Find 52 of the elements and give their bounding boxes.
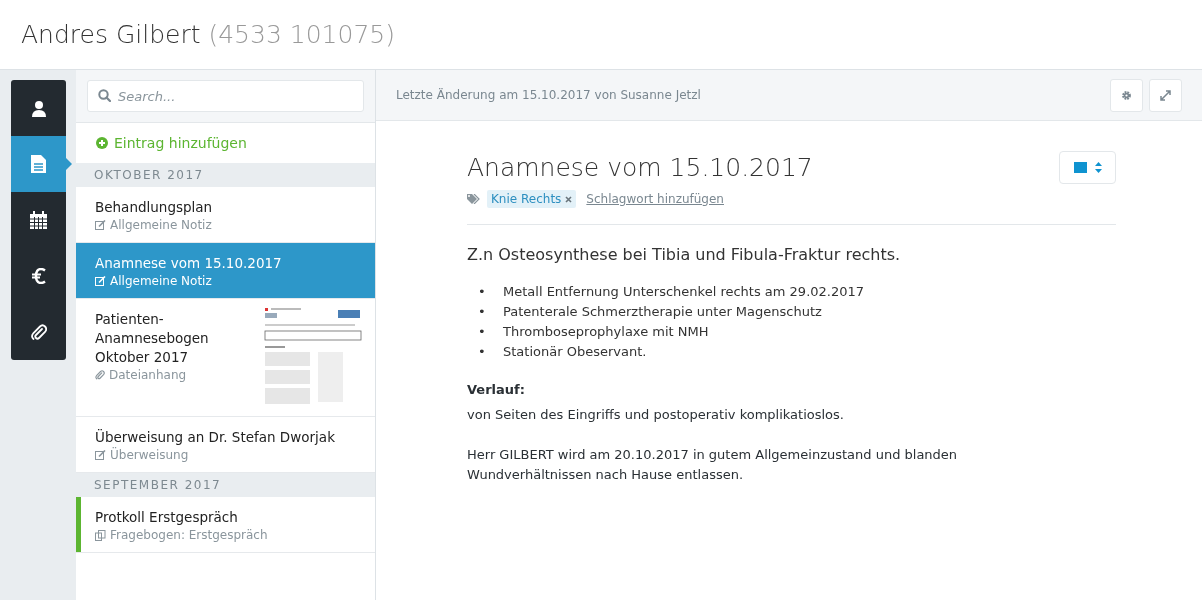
document-heading: Z.n Osteosynthese bei Tibia und Fibula-Fraktur rechts.: [467, 245, 902, 264]
expand-button[interactable]: [1149, 78, 1182, 112]
paperclip-icon: [95, 370, 105, 380]
entry-type: Allgemeine Notiz: [110, 274, 212, 288]
entry-item[interactable]: Protkoll Erstgespräch Fragebogen: Erstgespräch: [76, 497, 375, 553]
last-change-text: Letzte Änderung am 15.10.2017 von Susanne Jetzl: [396, 88, 701, 102]
entry-type: Allgemeine Notiz: [110, 218, 212, 232]
add-tag-link[interactable]: Schlagwort hinzufügen: [582, 192, 724, 206]
plus-circle-icon: [96, 137, 108, 149]
bullet-item: Patenterale Schmerztherapie unter Magenschutz: [503, 303, 822, 321]
expand-icon: [1160, 89, 1171, 101]
color-select[interactable]: [1059, 151, 1116, 184]
document-title: Anamnese vom 15.10.2017: [467, 153, 813, 182]
patient-name: Andres Gilbert (4533 101075): [21, 20, 395, 49]
bullet-mark: •: [478, 303, 487, 321]
edit-icon: [95, 276, 106, 286]
entry-title: Überweisung an Dr. Stefan Dworjak: [95, 428, 335, 447]
remove-icon[interactable]: [565, 195, 573, 203]
bullet-mark: •: [478, 343, 487, 361]
patient-number: (4533 101075): [208, 20, 395, 49]
bullet-item: Metall Entfernung Unterschenkel rechts am 29.02.2017: [503, 283, 865, 301]
up-down-caret-icon: [1094, 162, 1102, 173]
search-icon: [98, 89, 111, 102]
paragraph: von Seiten des Eingriffs und postoperativ komplikatioslos.: [467, 406, 845, 424]
edit-icon: [95, 450, 106, 460]
month-header: OKTOBER 2017: [76, 163, 375, 187]
entry-title: Behandlungsplan: [95, 198, 213, 217]
entry-type: Fragebogen: Erstgespräch: [110, 528, 268, 542]
entry-title: Patienten- Anamnesebogen Oktober 2017: [95, 310, 209, 367]
entry-type: Dateianhang: [109, 368, 187, 382]
person-icon: [30, 99, 47, 117]
euro-icon: [31, 268, 46, 284]
tags-icon: [467, 194, 481, 204]
copy-icon: [95, 529, 106, 541]
bullet-mark: •: [478, 283, 487, 301]
entry-title: Anamnese vom 15.10.2017: [95, 254, 282, 273]
section-label: Verlauf:: [467, 382, 526, 397]
edit-icon: [95, 220, 106, 230]
paragraph: Herr GILBERT wird am 20.10.2017 in gutem Allgemeinzustand und blanden Wundverhältnissen nach Hause entlassen.: [467, 446, 959, 484]
bullet-item: Thromboseprophylaxe mit NMH: [503, 323, 709, 341]
entry-type: Überweisung: [110, 448, 189, 462]
document-icon: [31, 155, 46, 173]
search-field[interactable]: Search...: [87, 80, 364, 112]
paperclip-icon: [30, 323, 47, 341]
month-header: SEPTEMBER 2017: [76, 473, 375, 497]
bullet-mark: •: [478, 323, 487, 341]
bullet-item: Stationär Obeservant.: [503, 343, 647, 361]
calendar-icon: [30, 211, 47, 229]
entry-item[interactable]: Patienten- Anamnesebogen Oktober 2017 Dateianhang: [76, 299, 375, 417]
entry-title: Protkoll Erstgespräch: [95, 508, 239, 527]
settings-button[interactable]: [1110, 78, 1143, 112]
settings-icon: [1121, 89, 1132, 101]
